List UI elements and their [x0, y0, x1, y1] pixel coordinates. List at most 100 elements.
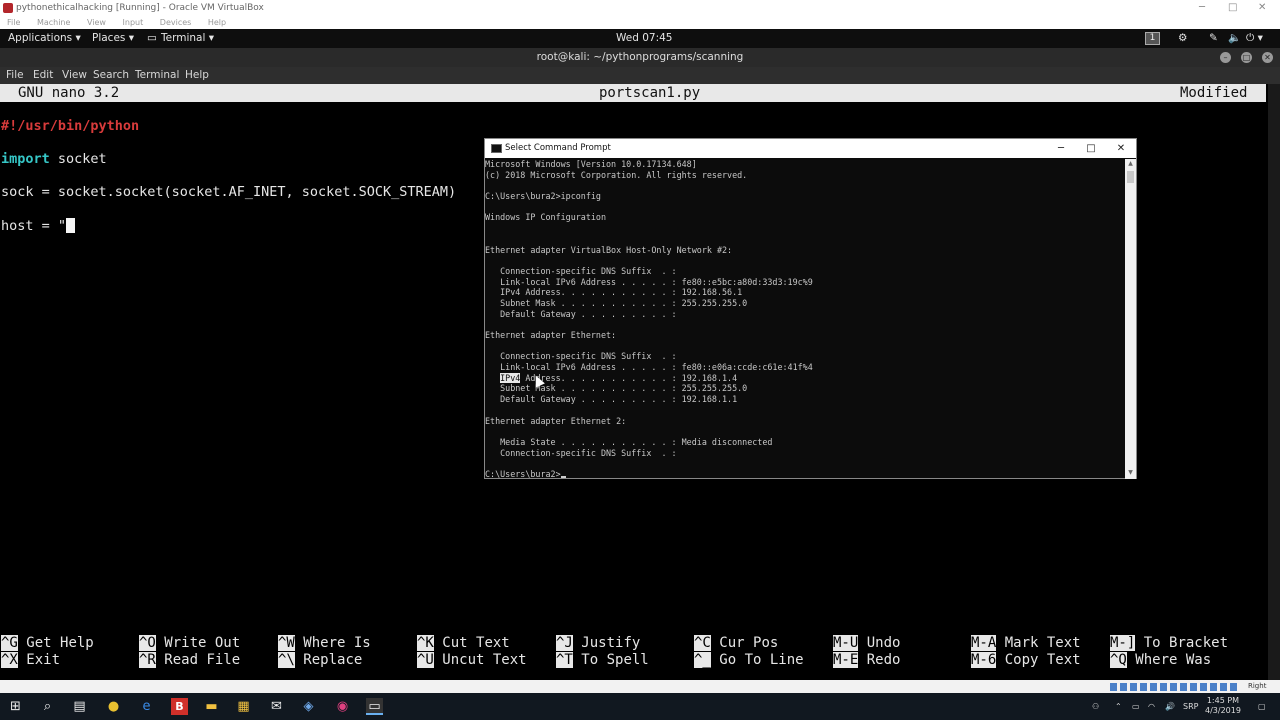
shortcut-read-file[interactable]: ^R Read File [139, 652, 240, 669]
shortcut-go-to-line[interactable]: ^_ Go To Line [694, 652, 804, 669]
terminal-menu-edit[interactable]: Edit [33, 67, 53, 84]
command-prompt-scrollbar[interactable]: ▲ ▼ [1125, 159, 1136, 479]
cmd-line [485, 341, 1125, 352]
vbox-menu-input[interactable]: Input [123, 18, 144, 27]
terminal-app-menu[interactable]: Terminal ▾ [161, 29, 214, 48]
command-prompt-output[interactable]: Microsoft Windows [Version 10.0.17134.64… [485, 159, 1125, 479]
shortcut-get-help[interactable]: ^G Get Help [1, 635, 94, 652]
command-prompt-titlebar[interactable]: Select Command Prompt ─ □ ✕ [485, 139, 1136, 158]
shortcut-to-spell[interactable]: ^T To Spell [556, 652, 649, 669]
windows-start-icon[interactable]: ⊞ [7, 698, 24, 715]
shortcut-cur-pos[interactable]: ^C Cur Pos [694, 635, 778, 652]
terminal-scrollbar[interactable] [1268, 84, 1280, 680]
import-keyword: import [1, 151, 50, 167]
pen-icon[interactable]: ✎ [1209, 29, 1218, 48]
shortcut-where-was[interactable]: ^Q Where Was [1110, 652, 1211, 669]
terminal-menu-search[interactable]: Search [93, 67, 129, 84]
app-icon[interactable]: ◉ [334, 698, 351, 715]
vbox-menu-file[interactable]: File [7, 18, 20, 27]
close-icon[interactable]: ✕ [1258, 0, 1266, 16]
shortcut-exit[interactable]: ^X Exit [1, 652, 60, 669]
vbox-menu-devices[interactable]: Devices [160, 18, 192, 27]
shortcut-replace[interactable]: ^\ Replace [278, 652, 362, 669]
search-icon[interactable]: ⌕ [39, 698, 56, 715]
chrome-icon[interactable]: ● [105, 698, 122, 715]
terminal-menubar: File Edit View Search Terminal Help [0, 67, 1280, 84]
shortcut-undo[interactable]: M-U Undo [833, 635, 900, 652]
cmd-line [485, 426, 1125, 437]
terminal-menu-terminal[interactable]: Terminal [135, 67, 179, 84]
vbox-device-icons[interactable] [1110, 683, 1240, 691]
shortcut-cut-text[interactable]: ^K Cut Text [417, 635, 510, 652]
cmd-line [485, 255, 1125, 266]
minimize-icon[interactable]: ─ [1199, 0, 1205, 16]
code-line-import: import socket [1, 151, 107, 167]
selected-text: IPv4 [500, 372, 521, 383]
shortcut-to-bracket[interactable]: M-] To Bracket [1110, 635, 1228, 652]
terminal-minimize-icon[interactable]: – [1220, 52, 1231, 63]
mail-icon[interactable]: ✉ [268, 698, 285, 715]
vbox-titlebar: pythonethicalhacking [Running] - Oracle … [0, 0, 1280, 16]
cmd-close-icon[interactable]: ✕ [1106, 139, 1136, 158]
volume-tray-icon[interactable]: 🔊 [1165, 693, 1175, 720]
edge-icon[interactable]: e [138, 698, 155, 715]
tray-arrow-icon[interactable]: ⌃ [1115, 693, 1122, 720]
cmd-prompt-line: C:\Users\bura2> [485, 469, 1125, 480]
cmd-line: Ethernet adapter Ethernet: [485, 330, 617, 340]
network-tray-icon[interactable]: ▭ [1132, 693, 1140, 720]
volume-icon[interactable]: 🔈 [1228, 29, 1241, 48]
cmd-line [485, 180, 1125, 191]
vbox-menu-machine[interactable]: Machine [37, 18, 71, 27]
store-icon[interactable]: ▦ [235, 698, 252, 715]
scrollbar-thumb[interactable] [1127, 171, 1134, 183]
scroll-down-icon[interactable]: ▼ [1125, 469, 1136, 476]
cmd-line: Connection-specific DNS Suffix . : [485, 351, 677, 362]
power-icon[interactable]: ⏻ ▾ [1246, 29, 1263, 48]
cmd-maximize-icon[interactable]: □ [1076, 139, 1106, 158]
notification-icon[interactable]: ▢ [1258, 693, 1266, 720]
task-view-icon[interactable]: ▤ [71, 698, 88, 715]
cmd-line: C:\Users\bura2>ipconfig [485, 191, 601, 202]
terminal-app-icon: ▭ [147, 32, 157, 44]
cmd-minimize-icon[interactable]: ─ [1046, 139, 1076, 158]
shortcut-mark-text[interactable]: M-A Mark Text [971, 635, 1081, 652]
shortcut-redo[interactable]: M-E Redo [833, 652, 900, 669]
wifi-icon[interactable]: ◠ [1148, 693, 1155, 720]
maximize-icon[interactable]: □ [1228, 0, 1237, 16]
people-icon[interactable]: ⚇ [1092, 693, 1099, 720]
nano-version: GNU nano 3.2 [18, 85, 120, 101]
applications-menu[interactable]: Applications ▾ [8, 29, 81, 48]
command-prompt-window[interactable]: Select Command Prompt ─ □ ✕ Microsoft Wi… [484, 138, 1137, 479]
shortcut-where-is[interactable]: ^W Where Is [278, 635, 371, 652]
burp-icon[interactable]: B [171, 698, 188, 715]
places-menu[interactable]: Places ▾ [92, 29, 134, 48]
terminal-close-icon[interactable]: ✕ [1262, 52, 1273, 63]
scroll-up-icon[interactable]: ▲ [1125, 160, 1136, 167]
workspace-indicator[interactable]: 1 [1145, 32, 1160, 45]
terminal-maximize-icon[interactable]: □ [1241, 52, 1252, 63]
file-explorer-icon[interactable]: ▬ [203, 698, 220, 715]
command-prompt-title: Select Command Prompt [505, 143, 611, 153]
network-icon[interactable]: ⚙ [1178, 29, 1187, 48]
shortcut-uncut-text[interactable]: ^U Uncut Text [417, 652, 527, 669]
terminal-menu-help[interactable]: Help [185, 67, 209, 84]
vbox-menu-help[interactable]: Help [208, 18, 226, 27]
terminal-window-title: root@kali: ~/pythonprograms/scanning [536, 51, 744, 63]
terminal-menu-view[interactable]: View [62, 67, 87, 84]
shortcut-justify[interactable]: ^J Justify [556, 635, 640, 652]
command-prompt-icon[interactable]: ▭ [366, 698, 383, 715]
shortcut-write-out[interactable]: ^O Write Out [139, 635, 240, 652]
language-indicator[interactable]: SRP [1183, 693, 1198, 720]
vbox-menu-view[interactable]: View [87, 18, 106, 27]
code-line-sock: sock = socket.socket(socket.AF_INET, soc… [1, 184, 457, 200]
shortcut-copy-text[interactable]: M-6 Copy Text [971, 652, 1081, 669]
taskbar-clock[interactable]: 1:45 PM 4/3/2019 [1205, 696, 1241, 716]
vbox-status-bar: Right Ctrl [0, 680, 1280, 703]
panel-clock[interactable]: Wed 07:45 [616, 29, 673, 48]
cmd-line [485, 405, 1125, 416]
cmd-line [485, 458, 1125, 469]
command-prompt-icon [491, 144, 502, 153]
cmd-line [485, 234, 1125, 245]
virtualbox-icon[interactable]: ◈ [300, 698, 317, 715]
terminal-menu-file[interactable]: File [6, 67, 24, 84]
